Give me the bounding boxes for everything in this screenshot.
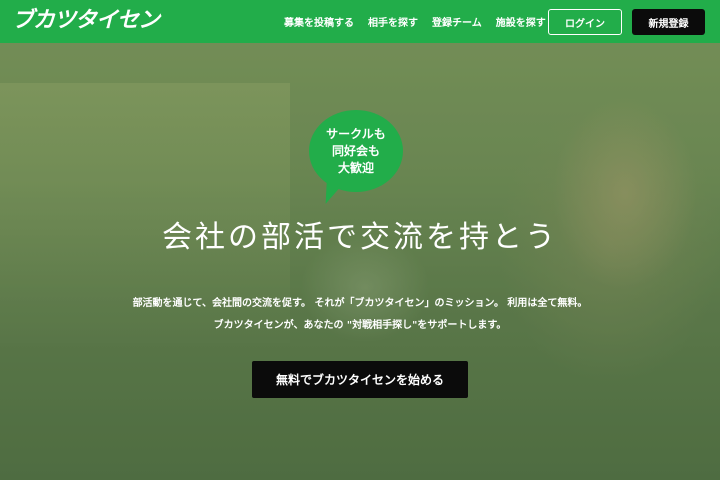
description-line: 部活動を通じて、会社間の交流を促す。 それが「ブカツタイセン」のミッション。 利… xyxy=(132,298,588,309)
bubble-line: 大歓迎 xyxy=(337,160,374,175)
hero-section: サークルも 同好会も 大歓迎 会社の部活で交流を持とう 部活動を通じて、会社間の… xyxy=(0,43,720,480)
hero-green-overlay xyxy=(0,43,720,480)
hero-title: 会社の部活で交流を持とう xyxy=(162,220,558,255)
nav-item-registered-teams[interactable]: 登録チーム xyxy=(432,14,482,29)
nav-item-post-recruitment[interactable]: 募集を投稿する xyxy=(284,14,354,29)
bubble-line: 同好会も xyxy=(331,143,380,158)
start-free-button[interactable]: 無料でブカツタイセンを始める xyxy=(252,361,468,398)
bubble-line: サークルも xyxy=(326,126,386,141)
login-button[interactable]: ログイン xyxy=(548,9,622,35)
nav-item-find-opponent[interactable]: 相手を探す xyxy=(368,14,418,29)
site-header: ブカツタイセン 募集を投稿する 相手を探す 登録チーム 施設を探す ログイン 新… xyxy=(0,0,720,43)
speech-bubble: サークルも 同好会も 大歓迎 xyxy=(309,110,403,192)
main-nav: 募集を投稿する 相手を探す 登録チーム 施設を探す xyxy=(284,0,560,43)
register-button[interactable]: 新規登録 xyxy=(632,9,705,35)
hero-description: 部活動を通じて、会社間の交流を促す。 それが「ブカツタイセン」のミッション。 利… xyxy=(0,293,720,337)
nav-item-find-facility[interactable]: 施設を探す xyxy=(496,14,546,29)
site-logo[interactable]: ブカツタイセン xyxy=(12,6,160,36)
description-line: ブカツタイセンが、あなたの "対戦相手探し"をサポートします。 xyxy=(213,320,507,331)
